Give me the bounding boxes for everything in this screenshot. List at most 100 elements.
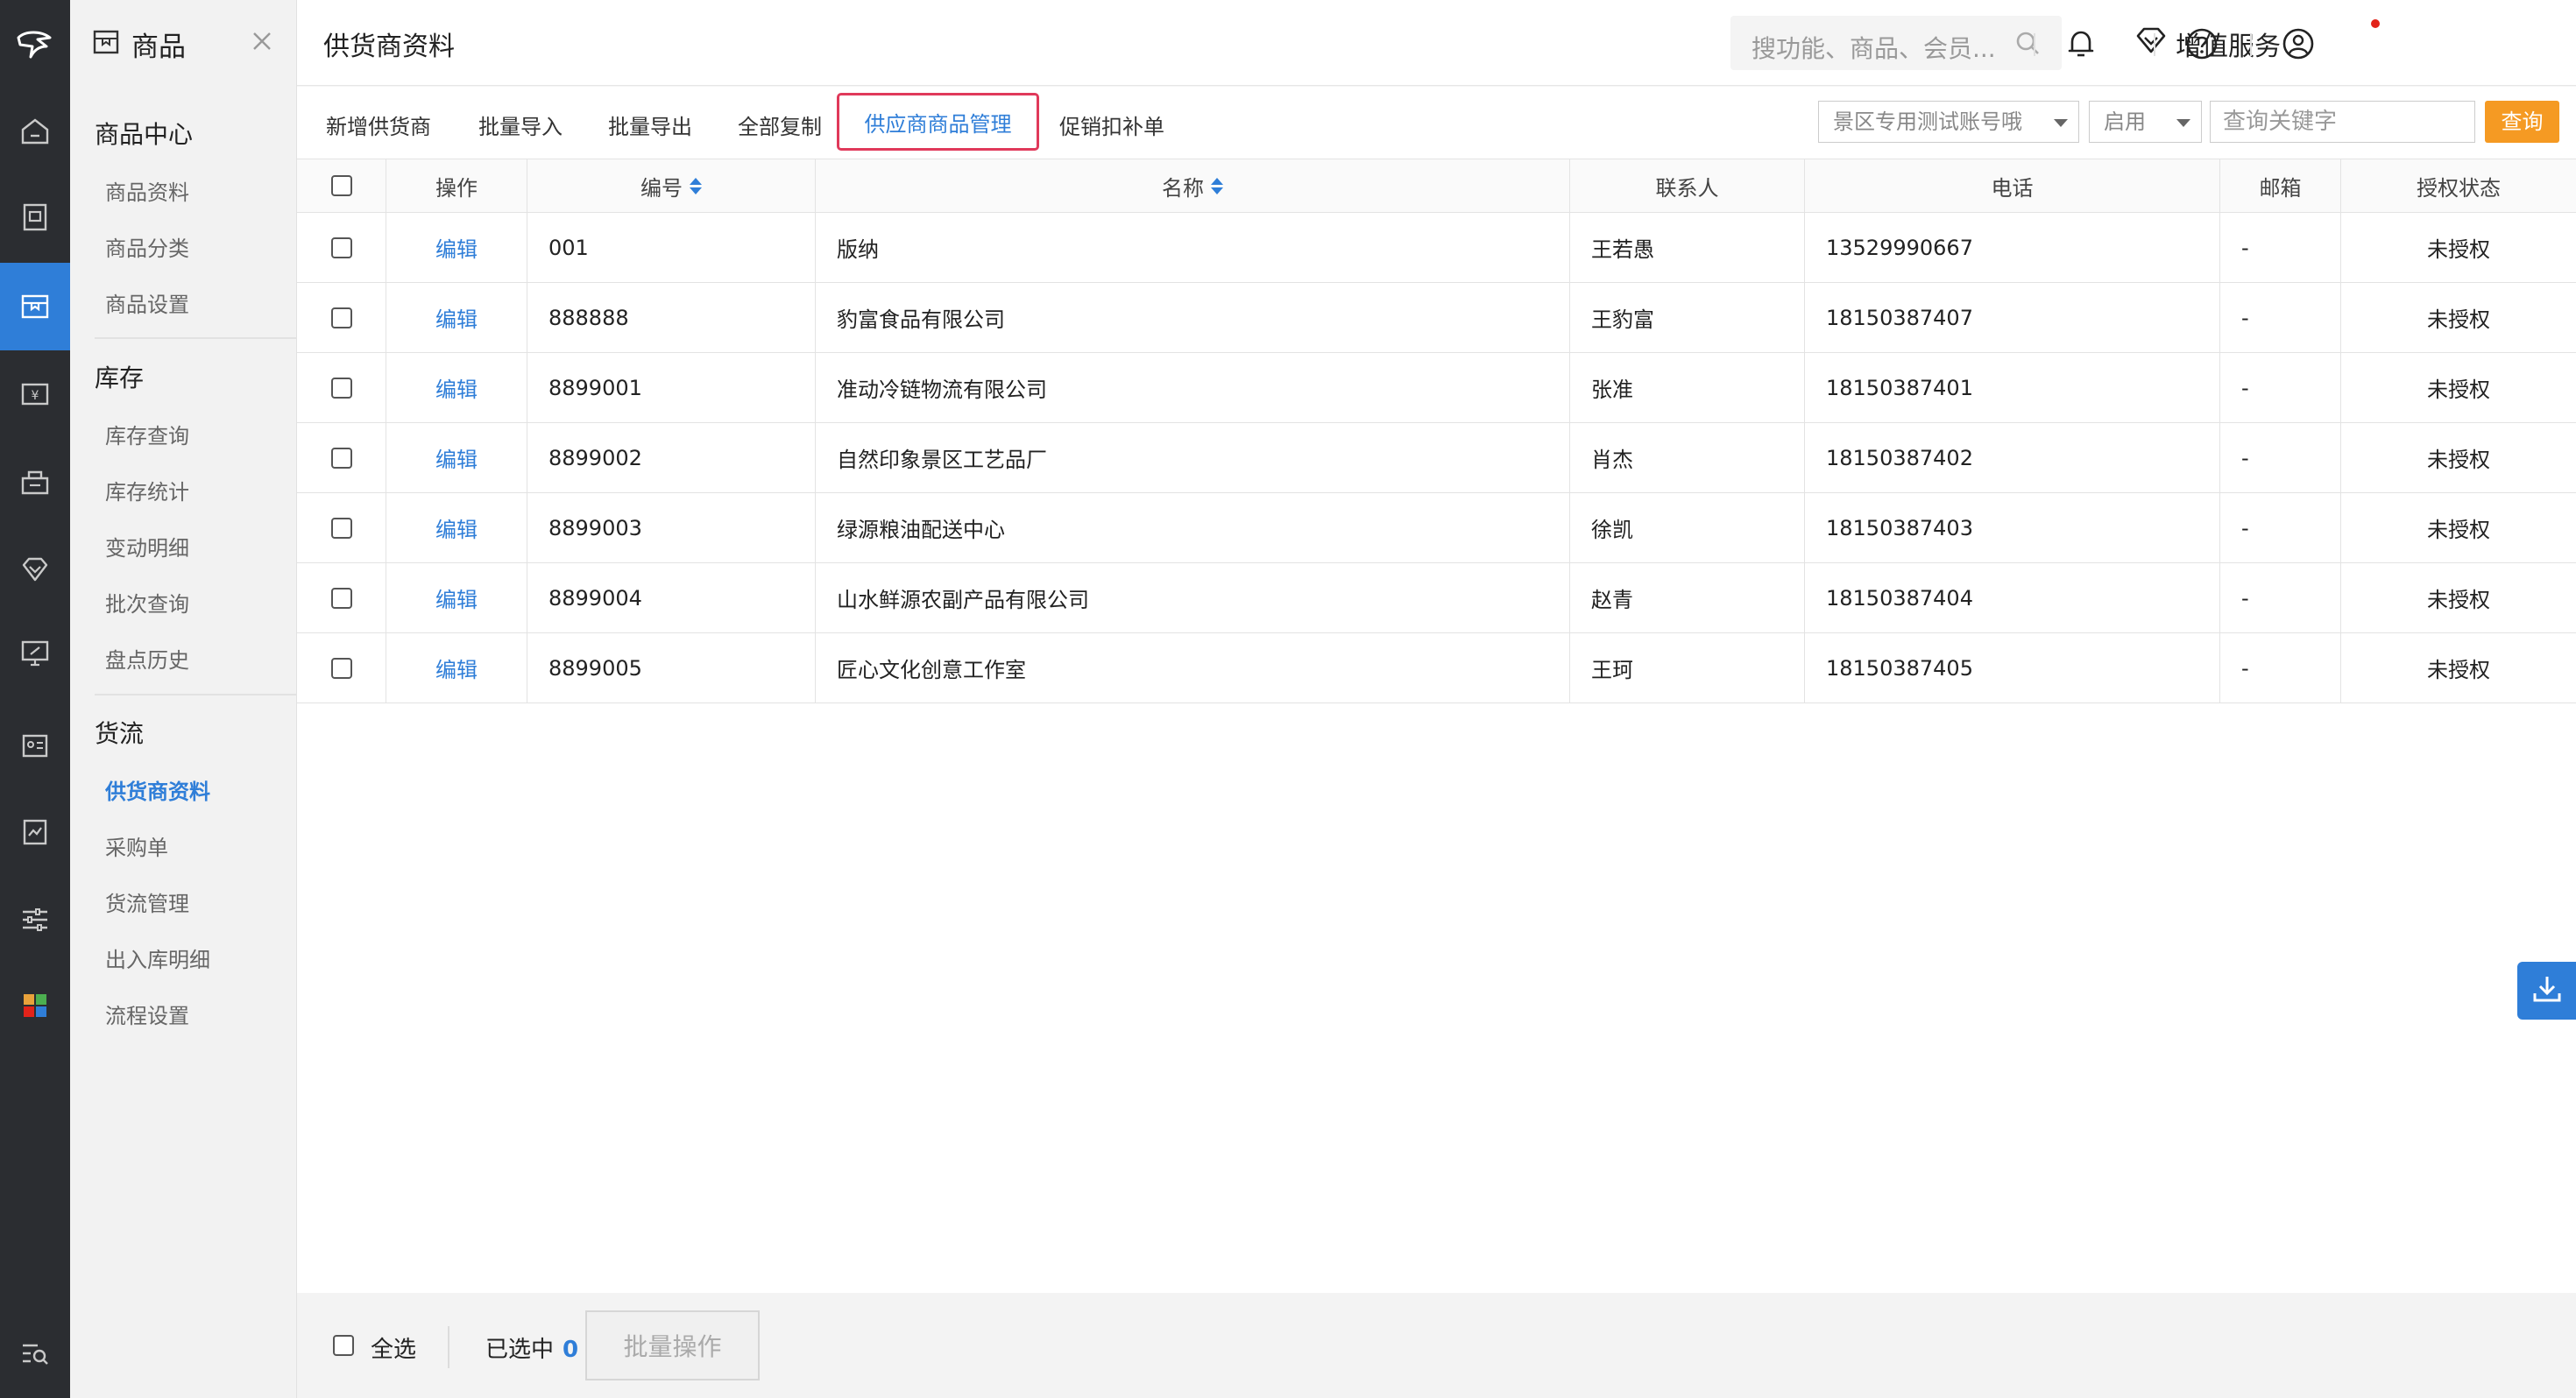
cell-code: 8899004 <box>527 563 815 632</box>
sidebar-item-goods-category[interactable]: 商品分类 <box>105 231 189 262</box>
sidebar-item-logistics-mgmt[interactable]: 货流管理 <box>105 886 189 917</box>
search-menu-icon[interactable] <box>0 1310 70 1398</box>
col-header-email: 邮箱 <box>2219 159 2340 212</box>
row-checkbox[interactable] <box>330 517 352 539</box>
sidebar-item-stock-query[interactable]: 库存查询 <box>105 419 189 449</box>
cell-phone: 18150387407 <box>1804 283 2219 352</box>
close-icon[interactable] <box>251 30 273 56</box>
sidebar-item-change-detail[interactable]: 变动明细 <box>105 531 189 561</box>
edit-link[interactable]: 编辑 <box>386 423 527 492</box>
app-window: ¥ 商品 商品中心 商品资料 商品分类 商品设置 库存 库存查询 库存统计 变动… <box>0 0 2576 1398</box>
table-row: 编辑 001 版纳 王若愚 13529990667- 未授权 <box>297 213 2576 283</box>
cell-contact: 王豹富 <box>1569 283 1804 352</box>
cell-code: 888888 <box>527 283 815 352</box>
cell-contact: 张准 <box>1569 353 1804 422</box>
row-checkbox[interactable] <box>330 587 352 609</box>
row-checkbox[interactable] <box>330 307 352 328</box>
edit-link[interactable]: 编辑 <box>386 633 527 703</box>
action-toolbar: 新增供货商 批量导入 批量导出 全部复制 供应商商品管理 促销扣补单 景区专用测… <box>297 87 2576 159</box>
batch-operation-button[interactable]: 批量操作 <box>585 1310 760 1380</box>
cell-email: - <box>2219 283 2340 352</box>
row-checkbox[interactable] <box>330 237 352 258</box>
user-avatar-icon[interactable] <box>2281 26 2316 65</box>
keyword-input[interactable]: 查询关键字 <box>2210 101 2475 143</box>
cell-phone: 18150387401 <box>1804 353 2219 422</box>
global-search-input[interactable]: 搜功能、商品、会员... <box>1730 16 2062 70</box>
edit-link[interactable]: 编辑 <box>386 493 527 562</box>
sidebar-item-stocktake-history[interactable]: 盘点历史 <box>105 643 189 674</box>
add-supplier-button[interactable]: 新增供货商 <box>326 109 431 140</box>
edit-link[interactable]: 编辑 <box>386 563 527 632</box>
goods-list-icon[interactable] <box>0 173 70 261</box>
cell-email: - <box>2219 493 2340 562</box>
batch-footer: 全选 已选中 0 批量操作 <box>297 1293 2576 1398</box>
copy-all-button[interactable]: 全部复制 <box>738 109 822 140</box>
sidebar-item-batch-query[interactable]: 批次查询 <box>105 587 189 618</box>
select-all-checkbox[interactable] <box>330 175 352 196</box>
batch-import-button[interactable]: 批量导入 <box>478 109 563 140</box>
cashier-icon[interactable]: ¥ <box>0 350 70 438</box>
topbar-divider <box>2154 33 2155 56</box>
supplier-goods-mgmt-button[interactable]: 供应商商品管理 <box>837 93 1039 151</box>
table-row: 编辑 8899004 山水鲜源农副产品有限公司 赵青 18150387404- 未授权 <box>297 563 2576 633</box>
cell-auth-status: 未授权 <box>2340 493 2576 562</box>
sidebar-item-inout-detail[interactable]: 出入库明细 <box>105 943 210 973</box>
sidebar-item-stock-stats[interactable]: 库存统计 <box>105 475 189 505</box>
sidebar-item-goods-info[interactable]: 商品资料 <box>105 175 189 206</box>
report-icon[interactable] <box>0 788 70 876</box>
apps-icon[interactable] <box>0 962 70 1049</box>
select-all-label[interactable]: 全选 <box>371 1331 416 1364</box>
selected-label: 已选中 <box>485 1337 555 1363</box>
footer-select-all-checkbox[interactable] <box>333 1335 354 1356</box>
sidebar-item-process-settings[interactable]: 流程设置 <box>105 999 189 1029</box>
search-icon[interactable] <box>2014 30 2041 60</box>
edit-link[interactable]: 编辑 <box>386 353 527 422</box>
staff-icon[interactable] <box>0 701 70 788</box>
goods-icon[interactable] <box>0 263 70 350</box>
bell-icon[interactable] <box>2063 26 2098 65</box>
settings-icon[interactable] <box>0 876 70 964</box>
col-header-phone: 电话 <box>1804 159 2219 212</box>
store-select[interactable]: 景区专用测试账号哦 <box>1818 101 2079 143</box>
edit-link[interactable]: 编辑 <box>386 213 527 282</box>
download-button[interactable] <box>2517 962 2576 1020</box>
row-checkbox-cell <box>297 283 386 352</box>
supplier-table: 操作 编号 名称 联系人 电话 邮箱 授权状态 编辑 001 版纳 王若愚 135299… <box>297 159 2576 703</box>
col-header-code[interactable]: 编号 <box>527 159 815 212</box>
query-button[interactable]: 查询 <box>2485 101 2559 143</box>
logo-icon[interactable] <box>0 0 70 88</box>
page-title: 供货商资料 <box>323 32 455 62</box>
icon-rail: ¥ <box>0 0 70 1398</box>
svg-text:¥: ¥ <box>32 389 39 403</box>
sidebar-item-supplier-info[interactable]: 供货商资料 <box>105 774 210 805</box>
status-select[interactable]: 启用 <box>2089 101 2202 143</box>
cell-code: 8899005 <box>527 633 815 703</box>
cell-auth-status: 未授权 <box>2340 213 2576 282</box>
chevron-down-icon <box>2176 119 2190 127</box>
promotion-icon[interactable] <box>0 610 70 697</box>
sidebar-module-title: 商品 <box>131 31 186 63</box>
cell-code: 001 <box>527 213 815 282</box>
row-checkbox[interactable] <box>330 447 352 469</box>
sidebar-item-purchase-order[interactable]: 采购单 <box>105 830 168 861</box>
sort-icon[interactable] <box>690 177 702 194</box>
row-checkbox-cell <box>297 423 386 492</box>
sort-icon[interactable] <box>1211 177 1223 194</box>
diamond-icon <box>2135 26 2167 61</box>
home-icon[interactable] <box>0 88 70 175</box>
member-icon[interactable] <box>0 438 70 526</box>
col-header-contact: 联系人 <box>1569 159 1804 212</box>
promo-adjust-button[interactable]: 促销扣补单 <box>1059 109 1164 140</box>
batch-export-button[interactable]: 批量导出 <box>608 109 692 140</box>
edit-link[interactable]: 编辑 <box>386 283 527 352</box>
cell-name: 自然印象景区工艺品厂 <box>815 423 1569 492</box>
row-checkbox[interactable] <box>330 377 352 399</box>
sidebar-item-goods-settings[interactable]: 商品设置 <box>105 287 189 318</box>
help-icon[interactable] <box>2184 26 2219 65</box>
col-header-name[interactable]: 名称 <box>815 159 1569 212</box>
col-header-action: 操作 <box>386 159 527 212</box>
row-checkbox[interactable] <box>330 657 352 679</box>
header-checkbox-cell <box>297 159 386 212</box>
vip-icon[interactable] <box>0 526 70 613</box>
cell-name: 山水鲜源农副产品有限公司 <box>815 563 1569 632</box>
